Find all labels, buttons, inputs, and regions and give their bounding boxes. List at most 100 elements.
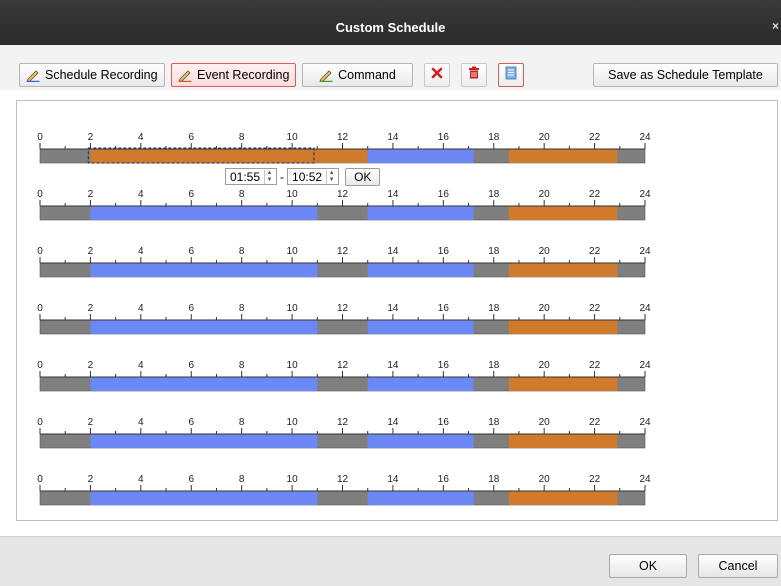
ok-button[interactable]: OK <box>609 554 687 578</box>
clear-selection-button[interactable] <box>424 63 450 87</box>
start-time-spinner[interactable]: ▲ ▼ <box>264 169 274 184</box>
hour-label: 24 <box>639 189 651 200</box>
pencil-blue-icon <box>26 68 40 82</box>
schedule-segment <box>508 149 618 163</box>
hour-label: 2 <box>88 132 94 143</box>
hour-label: 0 <box>37 189 43 200</box>
start-time-input[interactable]: 01:55 ▲ ▼ <box>225 168 278 185</box>
hour-label: 24 <box>639 132 651 143</box>
copy-icon <box>505 66 517 85</box>
hour-label: 10 <box>287 474 299 485</box>
schedule-segment <box>90 263 318 277</box>
delete-all-button[interactable] <box>461 63 487 87</box>
red-x-icon <box>431 66 443 84</box>
hour-label: 20 <box>539 303 551 314</box>
hour-label: 14 <box>387 132 399 143</box>
hour-label: 0 <box>37 132 43 143</box>
hour-label: 16 <box>438 132 450 143</box>
save-as-template-button[interactable]: Save as Schedule Template <box>593 63 778 87</box>
hour-label: 14 <box>387 417 399 428</box>
schedule-segment <box>90 320 318 334</box>
hour-label: 20 <box>539 189 551 200</box>
hour-label: 14 <box>387 303 399 314</box>
hour-label: 12 <box>337 474 349 485</box>
hour-label: 12 <box>337 189 349 200</box>
hour-label: 4 <box>138 303 144 314</box>
schedule-segment <box>508 377 618 391</box>
hour-label: 18 <box>488 474 500 485</box>
hour-label: 14 <box>387 474 399 485</box>
pencil-green-icon <box>319 68 333 82</box>
schedule-segment <box>508 434 618 448</box>
hour-label: 8 <box>239 246 245 257</box>
hour-label: 22 <box>589 189 601 200</box>
cancel-button[interactable]: Cancel <box>698 554 778 578</box>
hour-label: 16 <box>438 360 450 371</box>
hour-label: 12 <box>337 417 349 428</box>
hour-label: 8 <box>239 189 245 200</box>
spin-down-icon[interactable]: ▼ <box>265 177 274 184</box>
schedule-segment <box>508 320 618 334</box>
hour-label: 20 <box>539 474 551 485</box>
command-label: Command <box>338 68 396 82</box>
start-time-value: 01:55 <box>230 169 261 184</box>
hour-label: 4 <box>138 132 144 143</box>
hour-label: 16 <box>438 246 450 257</box>
time-separator: - <box>280 169 285 184</box>
hour-label: 18 <box>488 303 500 314</box>
hour-label: 22 <box>589 417 601 428</box>
hour-label: 16 <box>438 417 450 428</box>
hour-label: 12 <box>337 246 349 257</box>
hour-label: 18 <box>488 132 500 143</box>
hour-label: 10 <box>287 246 299 257</box>
schedule-recording-button[interactable]: Schedule Recording <box>19 63 165 87</box>
spin-down-icon[interactable]: ▼ <box>327 177 336 184</box>
hour-label: 16 <box>438 474 450 485</box>
schedule-segment <box>90 491 318 505</box>
schedule-segment <box>90 206 318 220</box>
hour-label: 24 <box>639 417 651 428</box>
hour-label: 6 <box>188 132 194 143</box>
hour-label: 0 <box>37 474 43 485</box>
end-time-spinner[interactable]: ▲ ▼ <box>326 169 336 184</box>
hour-label: 2 <box>88 246 94 257</box>
schedule-timeline[interactable]: 0 2 4 6 8 10 12 14 16 18 20 22 240 2 4 6 8 10 12 14 16 18 20 22… <box>17 101 777 520</box>
schedule-segment <box>90 377 318 391</box>
schedule-recording-label: Schedule Recording <box>45 68 158 82</box>
schedule-segment <box>508 263 618 277</box>
command-button[interactable]: Command <box>302 63 413 87</box>
close-icon[interactable]: × <box>772 19 779 33</box>
hour-label: 20 <box>539 360 551 371</box>
schedule-segment <box>367 206 474 220</box>
hour-label: 14 <box>387 360 399 371</box>
close-button[interactable]: × <box>772 19 779 33</box>
hour-label: 4 <box>138 417 144 428</box>
schedule-panel: 0 2 4 6 8 10 12 14 16 18 20 22 24 0 2 4 6 8 10 12 14 16 18 20 22… <box>16 100 778 521</box>
hour-label: 4 <box>138 360 144 371</box>
hour-label: 8 <box>239 360 245 371</box>
event-recording-button[interactable]: Event Recording <box>171 63 297 87</box>
schedule-segment <box>367 263 474 277</box>
hour-label: 10 <box>287 303 299 314</box>
time-ok-button[interactable]: OK <box>345 167 381 186</box>
hour-label: 8 <box>239 474 245 485</box>
hour-label: 12 <box>337 132 349 143</box>
hour-label: 18 <box>488 246 500 257</box>
schedule-segment <box>367 149 474 163</box>
save-as-template-label: Save as Schedule Template <box>608 68 763 82</box>
copy-to-button[interactable] <box>498 63 524 87</box>
hour-label: 22 <box>589 246 601 257</box>
schedule-segment <box>508 206 618 220</box>
hour-label: 6 <box>188 417 194 428</box>
hour-label: 18 <box>488 360 500 371</box>
hour-label: 2 <box>88 189 94 200</box>
hour-label: 20 <box>539 417 551 428</box>
toolbar: Schedule Recording Event Recording Comma… <box>0 45 781 90</box>
end-time-value: 10:52 <box>292 169 323 184</box>
end-time-input[interactable]: 10:52 ▲ ▼ <box>287 168 340 185</box>
hour-label: 4 <box>138 189 144 200</box>
spin-up-icon[interactable]: ▲ <box>265 170 274 177</box>
hour-label: 14 <box>387 189 399 200</box>
schedule-segment <box>367 320 474 334</box>
spin-up-icon[interactable]: ▲ <box>327 170 336 177</box>
